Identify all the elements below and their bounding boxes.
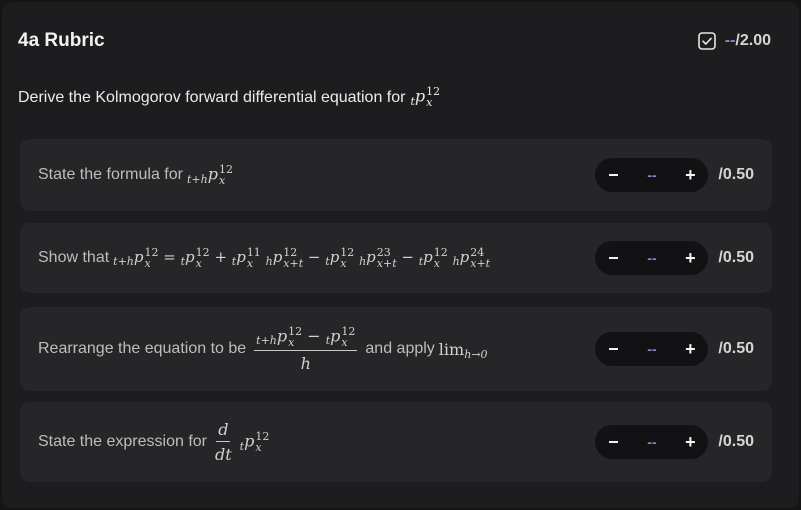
score-control: − -- + /0.50 [595, 425, 754, 459]
score-value[interactable]: -- [647, 434, 656, 450]
criterion-text: Rearrange the equation to be t+hp 12 x − t… [38, 324, 488, 373]
max-points: /0.50 [718, 433, 754, 450]
increment-button[interactable]: + [682, 339, 698, 360]
fraction: t+hp 12 x − tp 12 x h [254, 324, 358, 373]
fraction: d dt [214, 420, 232, 464]
total-score: --/2.00 [697, 32, 771, 50]
rubric-title: 4a Rubric [18, 30, 105, 51]
score-stepper[interactable]: − -- + [595, 425, 709, 459]
score-stepper[interactable]: − -- + [595, 332, 709, 366]
score-stepper[interactable]: − -- + [595, 241, 709, 275]
question-math: tp 12 x [410, 85, 441, 109]
max-points: /0.50 [718, 340, 754, 357]
criterion-math: t+hp 12 x [186, 163, 233, 187]
score-value[interactable]: -- [647, 167, 656, 183]
rubric-header: 4a Rubric --/2.00 [18, 28, 771, 54]
score-stepper[interactable]: − -- + [595, 158, 709, 192]
criterion-card: Show that t+hp 12 x = tp 12 x + tp 11 x hp 12 x+… [20, 223, 772, 293]
score-control: − -- + /0.50 [595, 241, 754, 275]
decrement-button[interactable]: − [605, 248, 621, 269]
decrement-button[interactable]: − [605, 432, 621, 453]
checkbox-check-icon[interactable] [697, 32, 716, 50]
score-value[interactable]: -- [647, 250, 656, 266]
increment-button[interactable]: + [682, 165, 698, 186]
limit-math: limh→0 [438, 339, 488, 361]
criterion-card: State the formula for t+hp 12 x − -- + /0.… [20, 139, 772, 211]
score-control: − -- + /0.50 [595, 332, 754, 366]
criterion-card: Rearrange the equation to be t+hp 12 x − t… [20, 307, 772, 391]
score-value[interactable]: -- [647, 341, 656, 357]
criterion-math: t+hp 12 x = tp 12 x + tp 11 x hp 12 x+t − tp 12 x … [113, 246, 491, 270]
criterion-text: State the formula for t+hp 12 x [38, 163, 233, 187]
criterion-text: Show that t+hp 12 x = tp 12 x + tp 11 x hp 12 x+… [38, 246, 491, 270]
question-text: Derive the Kolmogorov forward differenti… [18, 88, 406, 106]
max-points: /0.50 [718, 249, 754, 266]
criterion-math: tp 12 x [239, 430, 270, 454]
rubric-panel: 4a Rubric --/2.00 Derive the Kolmogorov … [2, 2, 799, 508]
max-points: /0.50 [718, 166, 754, 183]
score-control: − -- + /0.50 [595, 158, 754, 192]
question-prompt: Derive the Kolmogorov forward differenti… [18, 86, 440, 108]
total-score-text: --/2.00 [724, 32, 771, 49]
decrement-button[interactable]: − [605, 339, 621, 360]
decrement-button[interactable]: − [605, 165, 621, 186]
increment-button[interactable]: + [682, 432, 698, 453]
criterion-text: State the expression for d dt tp 12 x [38, 420, 270, 464]
criterion-card: State the expression for d dt tp 12 x − --… [20, 402, 772, 482]
increment-button[interactable]: + [682, 248, 698, 269]
